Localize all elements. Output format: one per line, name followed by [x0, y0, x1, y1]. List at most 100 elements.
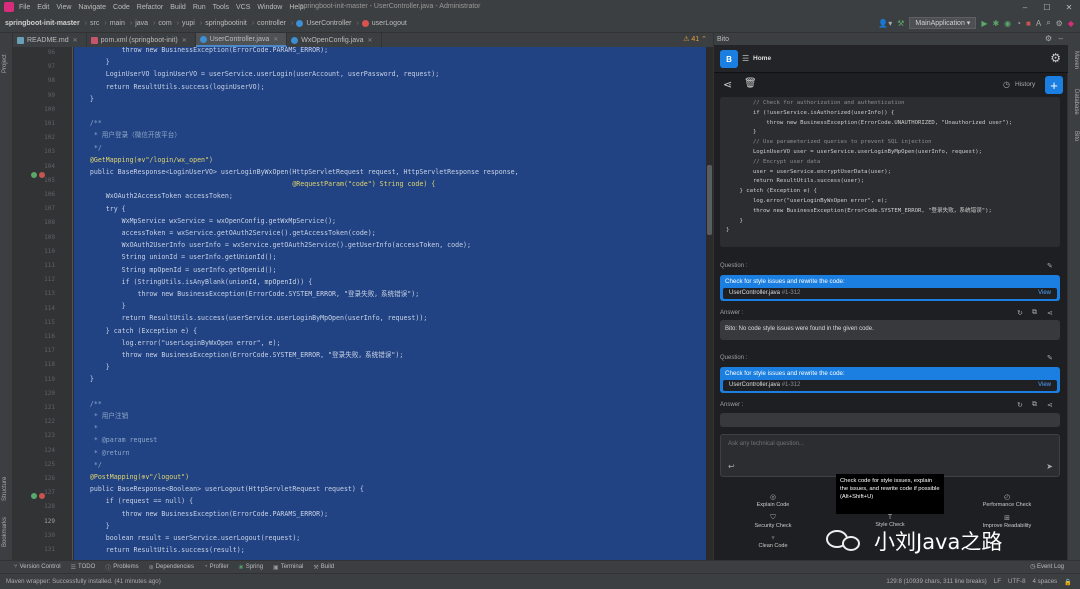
breadcrumb-java[interactable]: java — [135, 20, 148, 27]
history-icon[interactable]: ◷ — [1003, 80, 1010, 89]
tab-readme[interactable]: README.md ✕ — [13, 33, 87, 47]
regenerate-icon[interactable]: ↻ — [1017, 401, 1023, 409]
translate-icon[interactable]: A — [1036, 19, 1041, 28]
dependencies-tab[interactable]: ⊛ Dependencies — [149, 564, 194, 571]
gear-icon[interactable]: ⚙ — [1045, 34, 1052, 43]
indent-setting[interactable]: 4 spaces — [1033, 578, 1058, 586]
menu-lines-icon[interactable]: ☰ — [742, 54, 749, 63]
undo-icon[interactable]: ↩ — [728, 462, 735, 471]
breadcrumb-springbootinit[interactable]: springbootinit — [205, 20, 247, 27]
new-chat-button[interactable]: + — [1045, 76, 1063, 94]
file-encoding[interactable]: UTF-8 — [1008, 578, 1026, 586]
editor-scrollbar-track[interactable] — [706, 47, 713, 560]
menu-tools[interactable]: Tools — [213, 4, 229, 11]
menu-vcs[interactable]: VCS — [236, 4, 250, 11]
tab-wxopenconfig[interactable]: WxOpenConfig.java ✕ — [287, 33, 382, 47]
menu-navigate[interactable]: Navigate — [78, 4, 106, 11]
code-editor[interactable]: throw new BusinessException(ErrorCode.PA… — [74, 47, 706, 560]
run-configuration-select[interactable]: MainApplication ▾ — [909, 17, 977, 29]
clean-code-button[interactable]: ♆ Clean Code — [743, 535, 803, 549]
menu-view[interactable]: View — [56, 4, 71, 11]
bookmarks-tool-tab[interactable]: Bookmarks — [2, 517, 8, 547]
project-tool-tab[interactable]: Project — [2, 54, 8, 73]
stop-icon[interactable]: ■ — [1026, 19, 1031, 28]
breadcrumb-yupi[interactable]: yupi — [182, 20, 195, 27]
database-tool-tab[interactable]: Database — [1073, 89, 1079, 115]
minimize-icon[interactable]: – — [1014, 0, 1036, 14]
caret-position[interactable]: 129:8 (10939 chars, 311 line breaks) — [886, 578, 986, 586]
coverage-icon[interactable]: ◉ — [1004, 19, 1011, 28]
view-link[interactable]: View — [1038, 382, 1051, 388]
view-link[interactable]: View — [1038, 290, 1051, 296]
code-line: } — [74, 375, 94, 384]
menu-edit[interactable]: Edit — [37, 4, 49, 11]
trash-icon[interactable]: 🗑 — [744, 78, 757, 89]
editor-scrollbar-thumb[interactable] — [707, 165, 712, 235]
bito-logo-icon: B — [720, 50, 738, 68]
close-icon[interactable]: ✕ — [1058, 0, 1080, 14]
menu-file[interactable]: File — [19, 4, 30, 11]
user-icon[interactable]: 👤▾ — [878, 19, 892, 28]
line-separator[interactable]: LF — [994, 578, 1001, 586]
close-tab-icon[interactable]: ✕ — [182, 37, 187, 44]
explain-code-button[interactable]: ◎ Explain Code — [743, 493, 803, 508]
regenerate-icon[interactable]: ↻ — [1017, 309, 1023, 317]
share-icon[interactable]: ⋖ — [723, 78, 732, 91]
terminal-tab[interactable]: ▣ Terminal — [273, 564, 303, 571]
copy-icon[interactable]: ⧉ — [1032, 401, 1037, 409]
home-label[interactable]: Home — [753, 55, 771, 62]
breadcrumb-src[interactable]: src — [90, 20, 99, 27]
maven-tool-tab[interactable]: Maven — [1073, 51, 1079, 69]
send-icon[interactable]: ➤ — [1046, 462, 1053, 471]
jetbrains-icon[interactable]: ◆ — [1068, 19, 1074, 28]
performance-check-button[interactable]: ◴ Performance Check — [977, 493, 1037, 508]
history-button[interactable]: History — [1015, 81, 1035, 88]
close-tab-icon[interactable]: ✕ — [273, 36, 278, 43]
bito-tool-tab[interactable]: Bito — [1073, 131, 1079, 141]
status-message[interactable]: Maven wrapper: Successfully installed. (… — [6, 578, 161, 585]
style-icon: T — [887, 514, 893, 521]
edit-icon[interactable]: ✎ — [1047, 354, 1053, 362]
menu-code[interactable]: Code — [113, 4, 130, 11]
problems-tab[interactable]: ⓘ Problems — [105, 563, 138, 572]
breadcrumb-main[interactable]: main — [110, 20, 125, 27]
bito-code-line: return ResultUtils.success(user); — [726, 178, 865, 185]
breadcrumb-usercontroller[interactable]: UserController — [306, 20, 351, 27]
question-input[interactable]: Ask any technical question... ↩ ➤ — [720, 434, 1060, 477]
edit-icon[interactable]: ✎ — [1047, 262, 1053, 270]
menu-build[interactable]: Build — [170, 4, 186, 11]
share-icon[interactable]: ⋖ — [1047, 401, 1053, 409]
copy-icon[interactable]: ⧉ — [1032, 309, 1037, 317]
breadcrumb-userlogout[interactable]: userLogout — [372, 20, 407, 27]
settings-gear-icon[interactable]: ⚙ — [1050, 51, 1061, 65]
profiler-tab[interactable]: ◔ Profiler — [204, 564, 229, 570]
menu-refactor[interactable]: Refactor — [137, 4, 163, 11]
menu-run[interactable]: Run — [193, 4, 206, 11]
version-control-tab[interactable]: ⑂ Version Control — [14, 564, 61, 570]
profile-icon[interactable]: ◔ — [1016, 19, 1021, 28]
tab-pom[interactable]: pom.xml (springboot-init) ✕ — [87, 33, 196, 47]
todo-tab[interactable]: ☰ TODO — [71, 564, 96, 571]
debug-icon[interactable]: ✱ — [992, 19, 999, 28]
settings-icon[interactable]: ⚙ — [1056, 19, 1063, 28]
maximize-icon[interactable]: ☐ — [1036, 0, 1058, 14]
share-icon[interactable]: ⋖ — [1047, 309, 1053, 317]
close-tab-icon[interactable]: ✕ — [73, 37, 78, 44]
warnings-indicator[interactable]: ⚠ 41 ⌃ — [683, 35, 707, 43]
lock-icon[interactable]: 🔒 — [1064, 578, 1072, 586]
event-log-tab[interactable]: ◷ Event Log — [1030, 563, 1064, 570]
spring-tab[interactable]: ❀ Spring — [239, 564, 263, 571]
hammer-icon[interactable]: ⚒ — [897, 19, 904, 28]
breadcrumb-controller[interactable]: controller — [257, 20, 286, 27]
structure-tool-tab[interactable]: Structure — [2, 477, 8, 501]
menu-window[interactable]: Window — [257, 4, 282, 11]
breadcrumb-com[interactable]: com — [158, 20, 171, 27]
tab-usercontroller[interactable]: UserController.java ✕ — [195, 33, 288, 47]
run-icon[interactable]: ▶ — [981, 19, 987, 28]
minimize-panel-icon[interactable]: – — [1059, 34, 1063, 43]
close-tab-icon[interactable]: ✕ — [368, 37, 373, 44]
build-tab[interactable]: ⚒ Build — [313, 564, 334, 571]
search-icon[interactable]: ⌕ — [1046, 18, 1050, 28]
breadcrumb-project[interactable]: springboot-init-master — [5, 20, 80, 27]
security-check-button[interactable]: ⛉ Security Check — [743, 514, 803, 529]
